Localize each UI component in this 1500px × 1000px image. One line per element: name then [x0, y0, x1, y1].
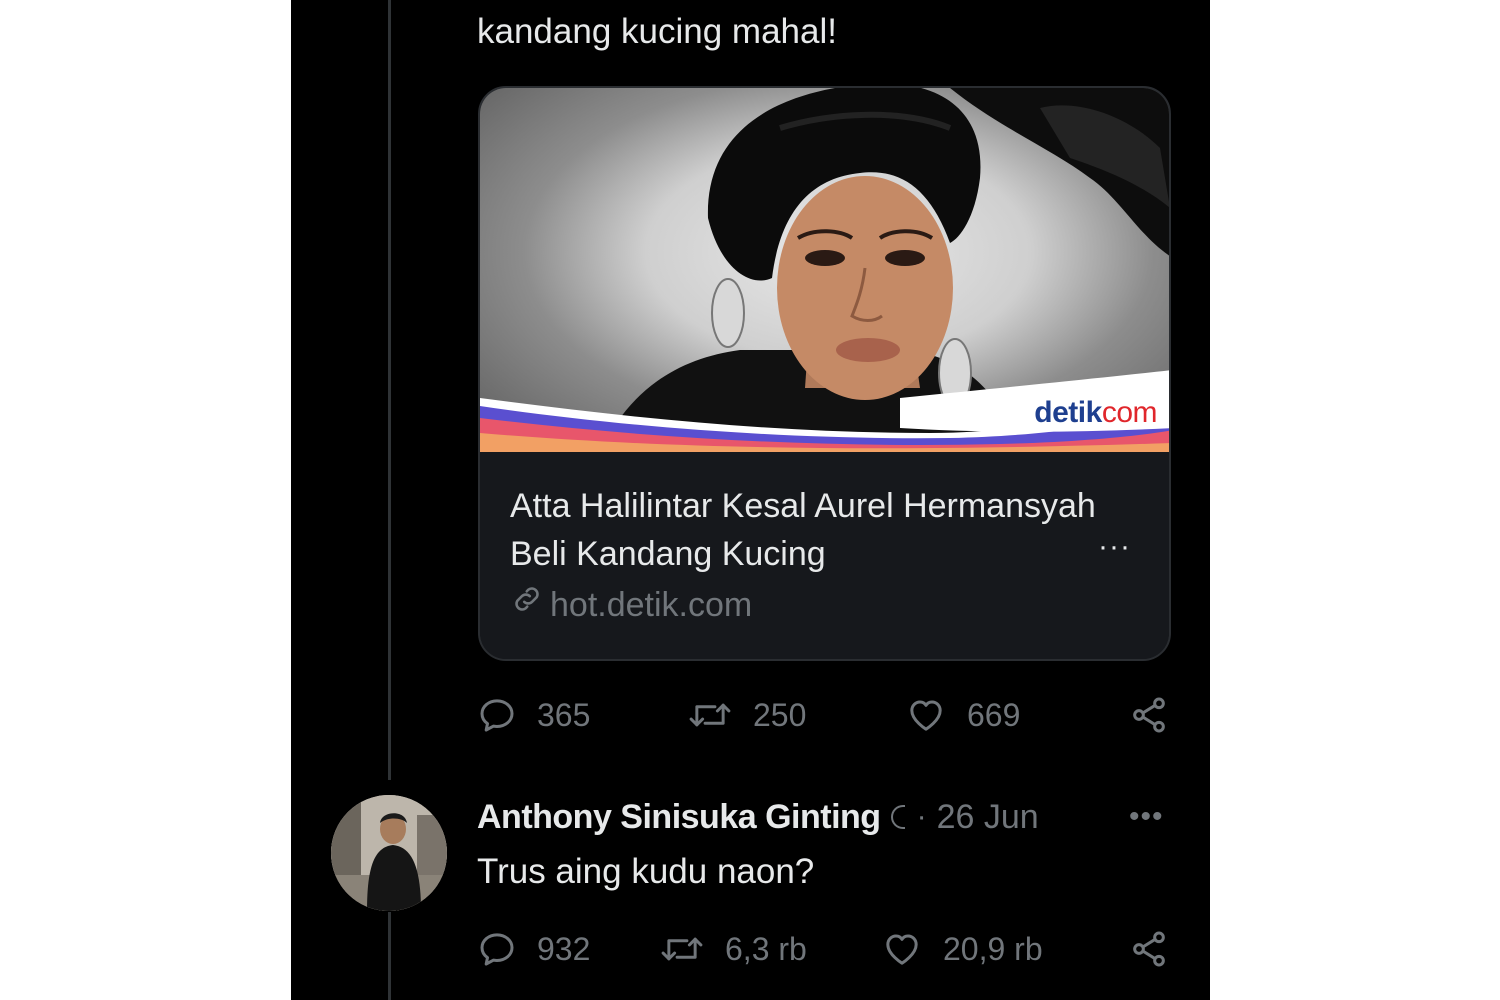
link-preview-image[interactable]: detikcom: [480, 88, 1169, 452]
reply-count: 365: [537, 696, 591, 733]
man-avatar-image: [331, 795, 447, 911]
reply-button[interactable]: 365: [477, 690, 590, 740]
retweet-icon: [687, 695, 733, 735]
retweet-count: 6,3 rb: [725, 930, 807, 967]
share-icon: [1129, 929, 1169, 969]
heart-icon: [881, 929, 923, 969]
reply-retweet-button[interactable]: 6,3 rb: [659, 924, 807, 974]
like-count: 669: [967, 696, 1021, 733]
like-count: 20,9 rb: [943, 930, 1043, 967]
reply-separator: ·: [916, 800, 927, 833]
reply-header: Anthony Sinisuka Ginting · 26 Jun: [477, 795, 1039, 839]
reply-reply-button[interactable]: 932: [477, 924, 590, 974]
link-preview-card[interactable]: detikcom Atta Halilintar Kesal Aurel Her…: [478, 86, 1171, 661]
truncated-handle-glyph: [890, 805, 905, 829]
share-icon: [1129, 695, 1169, 735]
reply-date[interactable]: 26 Jun: [937, 798, 1039, 837]
link-domain-text: hot.detik.com: [550, 585, 753, 624]
like-button[interactable]: 669: [905, 690, 1020, 740]
reply-count: 932: [537, 930, 591, 967]
retweet-icon: [659, 929, 705, 969]
reply-share-button[interactable]: [1129, 924, 1169, 974]
link-title-overflow: ···: [1098, 530, 1131, 563]
heart-icon: [905, 695, 947, 735]
tweet-thread-view: kandang kucing mahal! detikcom Atta Hali…: [291, 0, 1210, 1000]
reply-author-name[interactable]: Anthony Sinisuka Ginting: [477, 798, 881, 837]
thread-connector-line-lower: [388, 912, 391, 1000]
retweet-button[interactable]: 250: [687, 690, 806, 740]
reply-action-bar: 932 6,3 rb 20,9 rb: [477, 924, 1177, 974]
tweet-action-bar: 365 250 669: [477, 690, 1177, 740]
tweet-text: kandang kucing mahal!: [477, 12, 837, 51]
link-preview-details[interactable]: Atta Halilintar Kesal Aurel Hermansyah B…: [480, 452, 1169, 659]
reply-icon: [477, 929, 517, 969]
reply-icon: [477, 695, 517, 735]
link-domain[interactable]: hot.detik.com: [510, 582, 752, 627]
reply-text: Trus aing kudu naon?: [477, 852, 815, 891]
logo-text-detik: detik: [1034, 396, 1102, 429]
thread-connector-line: [388, 0, 391, 780]
link-icon: [510, 582, 544, 627]
avatar[interactable]: [331, 795, 447, 911]
retweet-count: 250: [753, 696, 807, 733]
link-title: Atta Halilintar Kesal Aurel Hermansyah B…: [510, 487, 1096, 573]
reply-like-button[interactable]: 20,9 rb: [881, 924, 1043, 974]
share-button[interactable]: [1129, 690, 1169, 740]
logo-text-com: com: [1101, 396, 1158, 429]
detikcom-logo: detikcom: [1034, 396, 1157, 430]
reply-more-options-button[interactable]: •••: [1129, 800, 1164, 834]
